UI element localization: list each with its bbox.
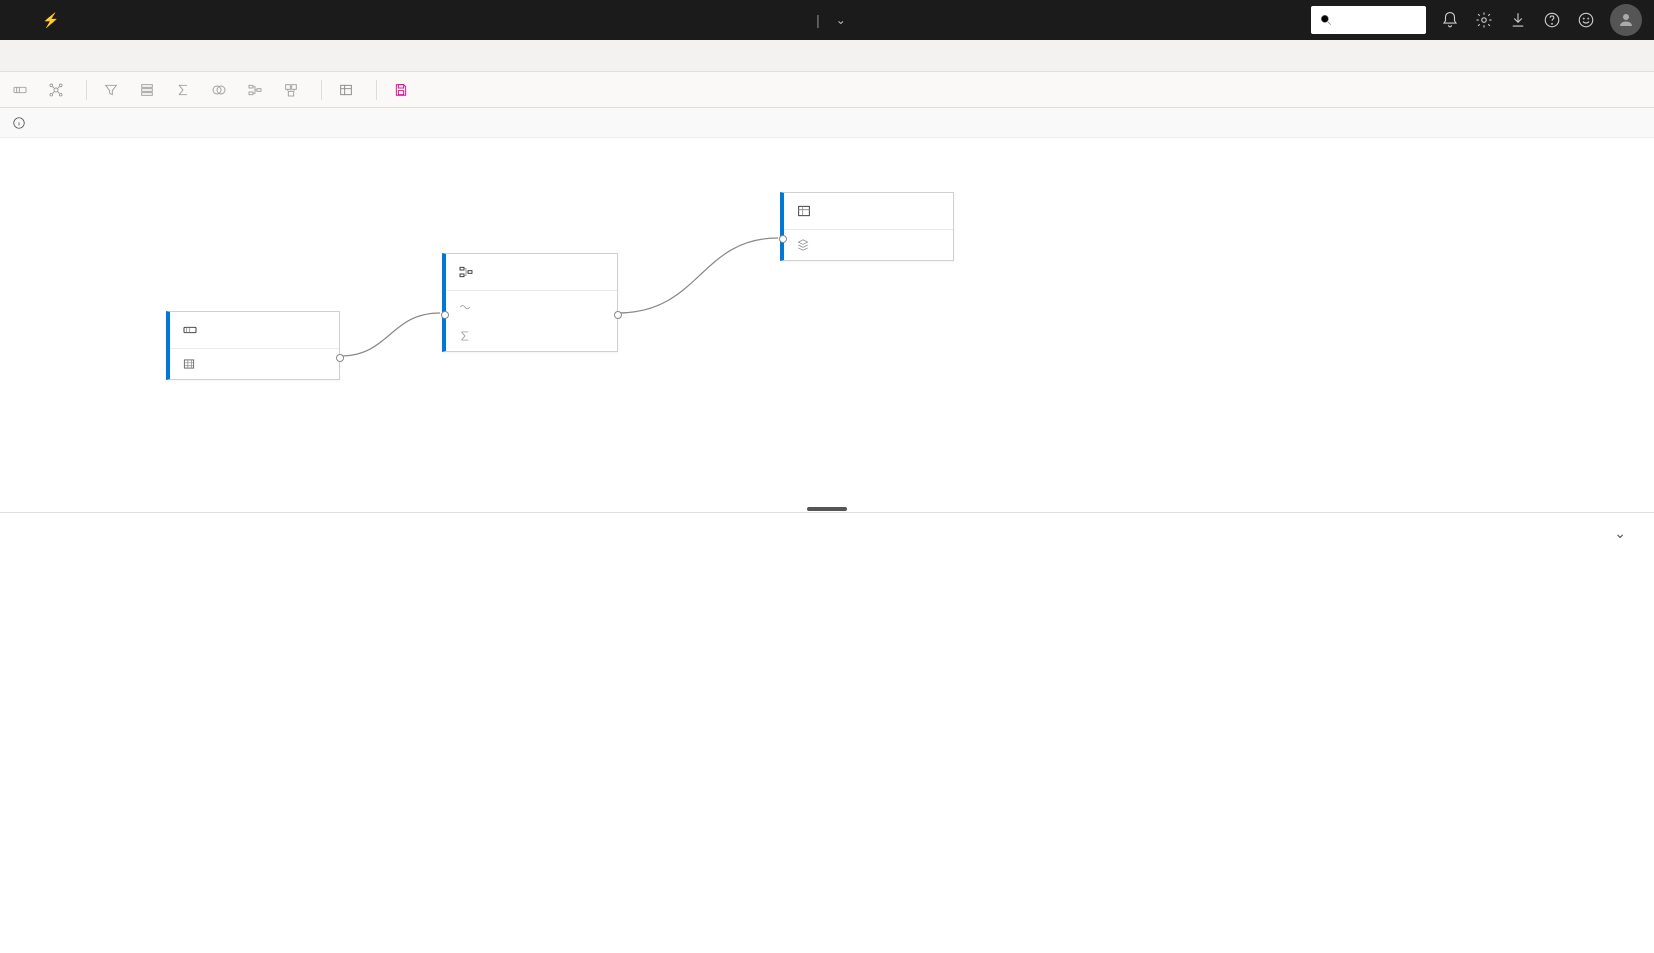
output-port[interactable] xyxy=(614,311,622,319)
notifications-button[interactable] xyxy=(1440,10,1460,30)
event-hub-icon xyxy=(182,322,198,338)
node-event-hub[interactable] xyxy=(166,311,340,380)
input-port[interactable] xyxy=(779,235,787,243)
output-table-button[interactable] xyxy=(338,82,360,98)
output-table-icon xyxy=(338,82,354,98)
event-hub-icon xyxy=(12,82,28,98)
input-port[interactable] xyxy=(441,311,449,319)
info-icon xyxy=(12,116,26,130)
filter-button[interactable] xyxy=(103,82,125,98)
lightning-icon: ⚡ xyxy=(42,12,59,29)
toolbar-separator xyxy=(86,80,87,100)
toolbar-separator xyxy=(376,80,377,100)
gear-icon xyxy=(1475,11,1493,29)
toolbar-separator xyxy=(321,80,322,100)
sigma-icon xyxy=(458,329,472,343)
settings-button[interactable] xyxy=(1474,10,1494,30)
node-output-table[interactable] xyxy=(780,192,954,261)
save-icon xyxy=(393,82,409,98)
sigma-icon xyxy=(175,82,191,98)
union-button[interactable] xyxy=(283,82,305,98)
help-button[interactable] xyxy=(1542,10,1562,30)
join-icon xyxy=(211,82,227,98)
separator: | xyxy=(816,12,820,28)
chevron-down-icon[interactable]: ⌄ xyxy=(1614,525,1626,542)
help-icon xyxy=(1543,11,1561,29)
save-button[interactable] xyxy=(393,82,415,98)
snapshot-icon xyxy=(458,299,472,313)
node-group-by[interactable] xyxy=(442,253,618,352)
download-button[interactable] xyxy=(1508,10,1528,30)
topbar: ⚡ | ⌄ xyxy=(0,0,1654,40)
user-avatar[interactable] xyxy=(1610,4,1642,36)
output-table-icon xyxy=(796,203,812,219)
info-bar xyxy=(0,108,1654,138)
toolbar xyxy=(0,72,1654,108)
aggregate-button[interactable] xyxy=(175,82,197,98)
breadcrumb[interactable]: | ⌄ xyxy=(808,12,846,28)
event-hub-button[interactable] xyxy=(12,82,34,98)
smile-icon xyxy=(1577,11,1595,29)
person-icon xyxy=(1617,11,1635,29)
iot-hub-button[interactable] xyxy=(48,82,70,98)
feedback-button[interactable] xyxy=(1576,10,1596,30)
filter-icon xyxy=(103,82,119,98)
ribbon-tabs xyxy=(0,40,1654,72)
preview-body xyxy=(0,529,1654,889)
output-port[interactable] xyxy=(336,354,344,362)
join-button[interactable] xyxy=(211,82,233,98)
union-icon xyxy=(283,82,299,98)
diagram-canvas[interactable] xyxy=(0,138,1654,506)
table-icon xyxy=(182,357,196,371)
download-icon xyxy=(1509,11,1527,29)
manage-fields-button[interactable] xyxy=(139,82,161,98)
chevron-down-icon: ⌄ xyxy=(836,13,846,27)
layers-icon xyxy=(796,238,810,252)
bottom-tabs: ⌄ xyxy=(0,513,1654,529)
group-by-icon xyxy=(458,264,474,280)
manage-fields-icon xyxy=(139,82,155,98)
bell-icon xyxy=(1441,11,1459,29)
search-icon xyxy=(1319,13,1333,27)
bottom-panel: ⌄ xyxy=(0,512,1654,889)
iot-hub-icon xyxy=(48,82,64,98)
search-input[interactable] xyxy=(1311,6,1426,34)
group-by-button[interactable] xyxy=(247,82,269,98)
group-by-icon xyxy=(247,82,263,98)
